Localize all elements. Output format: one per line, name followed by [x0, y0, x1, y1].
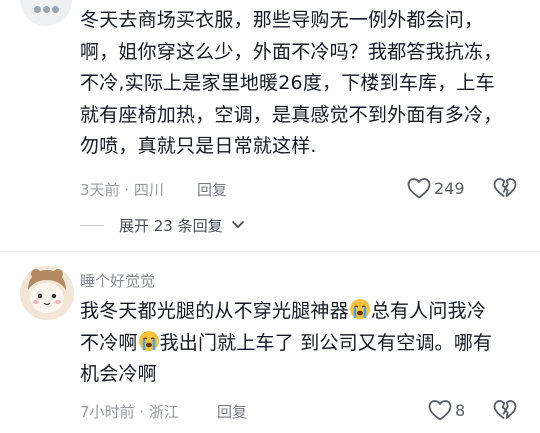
- comment-meta: 7小时前 · 浙江: [80, 403, 179, 421]
- comment-text: 冬天去商场买衣服，那些导购无一例外都会问， 啊，姐你穿这么少，外面不冷吗？我都答…: [80, 9, 503, 157]
- comment-meta: 3天前 · 四川: [80, 181, 164, 199]
- heart-outline-icon[interactable]: [427, 398, 453, 426]
- comment-text-part: 机会冷啊: [80, 363, 157, 385]
- comment-text: 我冬天都光腿的从不穿光腿神器 总有人问我冷 不冷啊 我出门就上车了 到公司又有空调。…: [80, 296, 530, 391]
- crying-face-emoji-icon: [138, 330, 159, 351]
- reply-button[interactable]: 回复: [197, 179, 227, 200]
- expand-replies-button[interactable]: 展开 23 条回复: [119, 215, 245, 236]
- comment-text-part: 我冬天都光腿的从不穿光腿神器: [80, 300, 349, 322]
- like-count: 249: [434, 179, 465, 198]
- broken-heart-icon[interactable]: [492, 398, 518, 426]
- broken-heart-icon[interactable]: [492, 176, 518, 204]
- expand-divider: [80, 225, 104, 226]
- comment-text-part: 不冷啊: [80, 331, 138, 354]
- comment-text-part: 总有人问我冷: [370, 300, 487, 322]
- like-count: 8: [455, 401, 466, 420]
- comment-text-part: 我出门就上车了 到公司又有空调。哪有: [159, 331, 493, 354]
- divider: [0, 251, 540, 252]
- chevron-down-icon: [232, 221, 245, 228]
- avatar[interactable]: [20, 0, 72, 26]
- heart-outline-icon[interactable]: [406, 176, 432, 204]
- avatar[interactable]: [20, 266, 74, 320]
- crying-face-emoji-icon: [349, 299, 370, 319]
- expand-replies-label: 展开 23 条回复: [119, 217, 223, 235]
- reply-button[interactable]: 回复: [217, 401, 247, 422]
- username[interactable]: 睡个好觉觉: [80, 270, 155, 291]
